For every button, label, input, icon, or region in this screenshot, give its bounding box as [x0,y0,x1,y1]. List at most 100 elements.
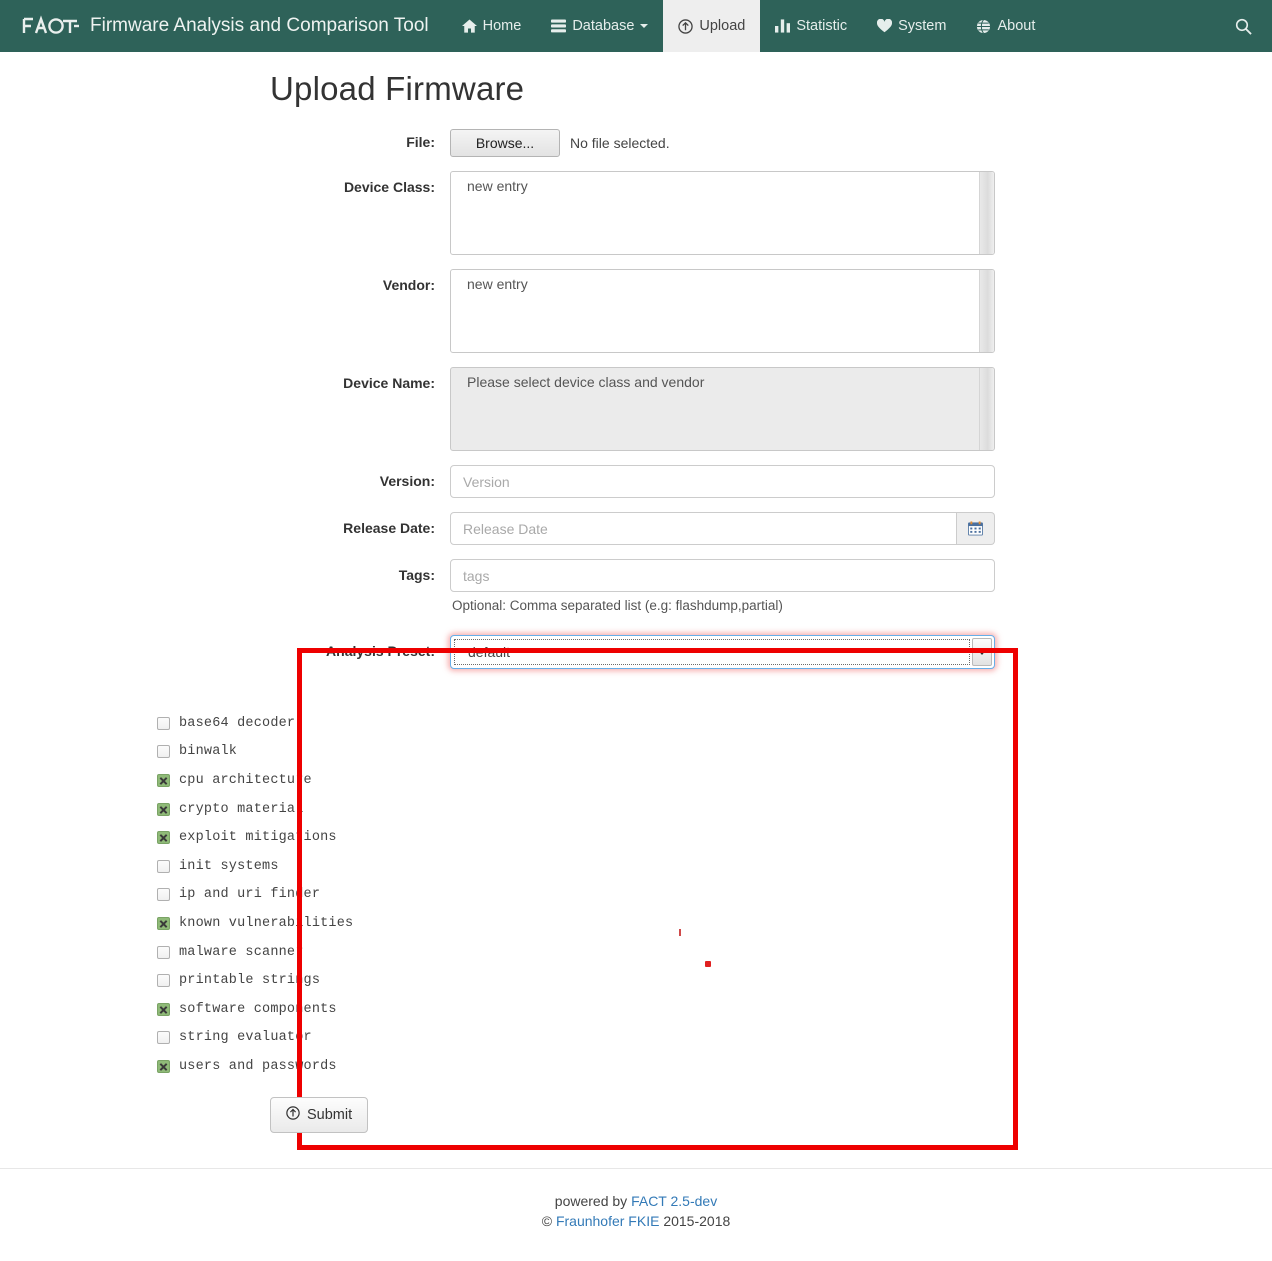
footer-copyright-line: © Fraunhofer FKIE 2015-2018 [0,1211,1272,1231]
top-navbar: Firmware Analysis and Comparison Tool Ho… [0,0,1272,52]
device-name-control: Please select device class and vendor [450,367,995,451]
plugin-checkbox[interactable] [157,773,170,787]
release-date-label: Release Date: [343,520,435,536]
plugin-label: exploit mitigations [179,830,337,846]
nav-item-statistic-label: Statistic [796,18,848,34]
plugin-checkbox[interactable] [157,831,170,845]
version-label: Version: [379,473,435,489]
nav-item-system-label: System [898,18,947,34]
file-control: Browse... No file selected. [450,126,995,157]
list-item[interactable]: new entry [451,172,994,194]
plugin-checkbox[interactable] [157,802,170,816]
plugin-label: users and passwords [179,1058,337,1074]
chevron-down-icon[interactable] [972,638,992,666]
plugin-checkbox[interactable] [157,1002,170,1016]
scrollbar[interactable] [979,172,994,254]
plugin-checkbox[interactable] [157,745,170,759]
plugin-label: ip and uri finder [179,887,321,903]
version-control [450,465,995,498]
list-item[interactable]: string evaluator [157,1024,1272,1053]
analysis-preset-select[interactable]: default [450,635,995,669]
form-row-tags: Tags: Optional: Comma separated list (e.… [0,559,1272,613]
list-item[interactable]: crypto material [157,795,1272,824]
plugin-label: cpu architecture [179,772,312,788]
list-item[interactable]: malware scanner [157,938,1272,967]
file-label: File: [406,134,435,150]
fact-logo-icon[interactable] [0,0,90,52]
list-item[interactable]: ip and uri finder [157,881,1272,910]
form-row-device-class: Device Class: new entry [0,171,1272,255]
vendor-label: Vendor: [382,277,435,293]
form-row-device-name: Device Name: Please select device class … [0,367,1272,451]
tags-helper-text: Optional: Comma separated list (e.g: fla… [452,598,783,613]
submit-row: Submit [0,1096,1272,1133]
browse-button[interactable]: Browse... [450,129,560,157]
upload-page: Upload Firmware File: Browse... No file … [0,52,1272,1133]
list-item[interactable]: exploit mitigations [157,823,1272,852]
device-class-listbox[interactable]: new entry [450,171,995,255]
tags-label: Tags: [398,567,435,583]
plugin-checkbox[interactable] [157,945,170,959]
form-row-file: File: Browse... No file selected. [0,126,1272,157]
list-item[interactable]: printable strings [157,966,1272,995]
home-icon [461,19,477,33]
chevron-down-icon [640,24,649,28]
plugin-checkbox[interactable] [157,716,170,730]
vendor-listbox[interactable]: new entry [450,269,995,353]
list-item[interactable]: software components [157,995,1272,1024]
form-row-version: Version: [0,465,1272,498]
file-status-text: No file selected. [570,135,670,151]
page-title: Upload Firmware [270,70,525,107]
chart-bar-icon [775,19,791,33]
search-icon[interactable] [1215,0,1272,52]
form-row-analysis-preset: Analysis Preset: default [0,635,1272,669]
nav-item-statistic[interactable]: Statistic [760,0,862,52]
plugin-checkbox[interactable] [157,974,170,988]
cursor-marker-secondary [679,929,681,936]
release-date-control [450,512,995,545]
scrollbar[interactable] [979,270,994,352]
plugin-checkbox[interactable] [157,916,170,930]
list-item[interactable]: cpu architecture [157,766,1272,795]
list-item[interactable]: new entry [451,270,994,292]
list-item[interactable]: known vulnerabilities [157,909,1272,938]
nav-item-about-label: About [997,18,1036,34]
plugin-checkbox[interactable] [157,888,170,902]
nav-item-home[interactable]: Home [447,0,537,52]
plugin-label: string evaluator [179,1030,312,1046]
list-item[interactable]: init systems [157,852,1272,881]
plugin-label: crypto material [179,801,304,817]
form-row-release-date: Release Date: [0,512,1272,545]
page-footer: powered by FACT 2.5-dev © Fraunhofer FKI… [0,1168,1272,1232]
footer-fkie-link[interactable]: Fraunhofer FKIE [556,1213,660,1229]
submit-button[interactable]: Submit [270,1096,369,1133]
footer-powered-prefix: powered by [554,1193,632,1209]
vendor-control: new entry [450,269,995,353]
list-item[interactable]: base64 decoder [157,709,1272,738]
plugin-label: init systems [179,858,279,874]
list-item[interactable]: binwalk [157,738,1272,767]
plugin-checkbox[interactable] [157,859,170,873]
navbar-spacer [1050,0,1215,52]
release-date-input[interactable] [450,512,957,545]
device-name-label: Device Name: [343,375,435,391]
plugin-checkbox[interactable] [157,1059,170,1073]
nav-item-database[interactable]: Database [536,0,663,52]
file-input-group: Browse... No file selected. [450,126,995,157]
nav-item-system[interactable]: System [862,0,961,52]
device-class-label: Device Class: [343,179,435,195]
plugin-label: malware scanner [179,944,304,960]
tags-input[interactable] [450,559,995,592]
plugin-label: binwalk [179,744,238,760]
nav-item-upload[interactable]: Upload [663,0,761,52]
plugin-checkbox[interactable] [157,1031,170,1045]
list-item[interactable]: users and passwords [157,1052,1272,1081]
nav-item-about[interactable]: About [961,0,1050,52]
calendar-icon[interactable] [956,512,995,545]
version-input[interactable] [450,465,995,498]
analysis-preset-label: Analysis Preset: [326,643,435,659]
footer-fact-link[interactable]: FACT 2.5-dev [631,1193,717,1209]
heart-icon [877,19,893,33]
scrollbar [979,368,994,450]
list-item: Please select device class and vendor [467,374,705,390]
